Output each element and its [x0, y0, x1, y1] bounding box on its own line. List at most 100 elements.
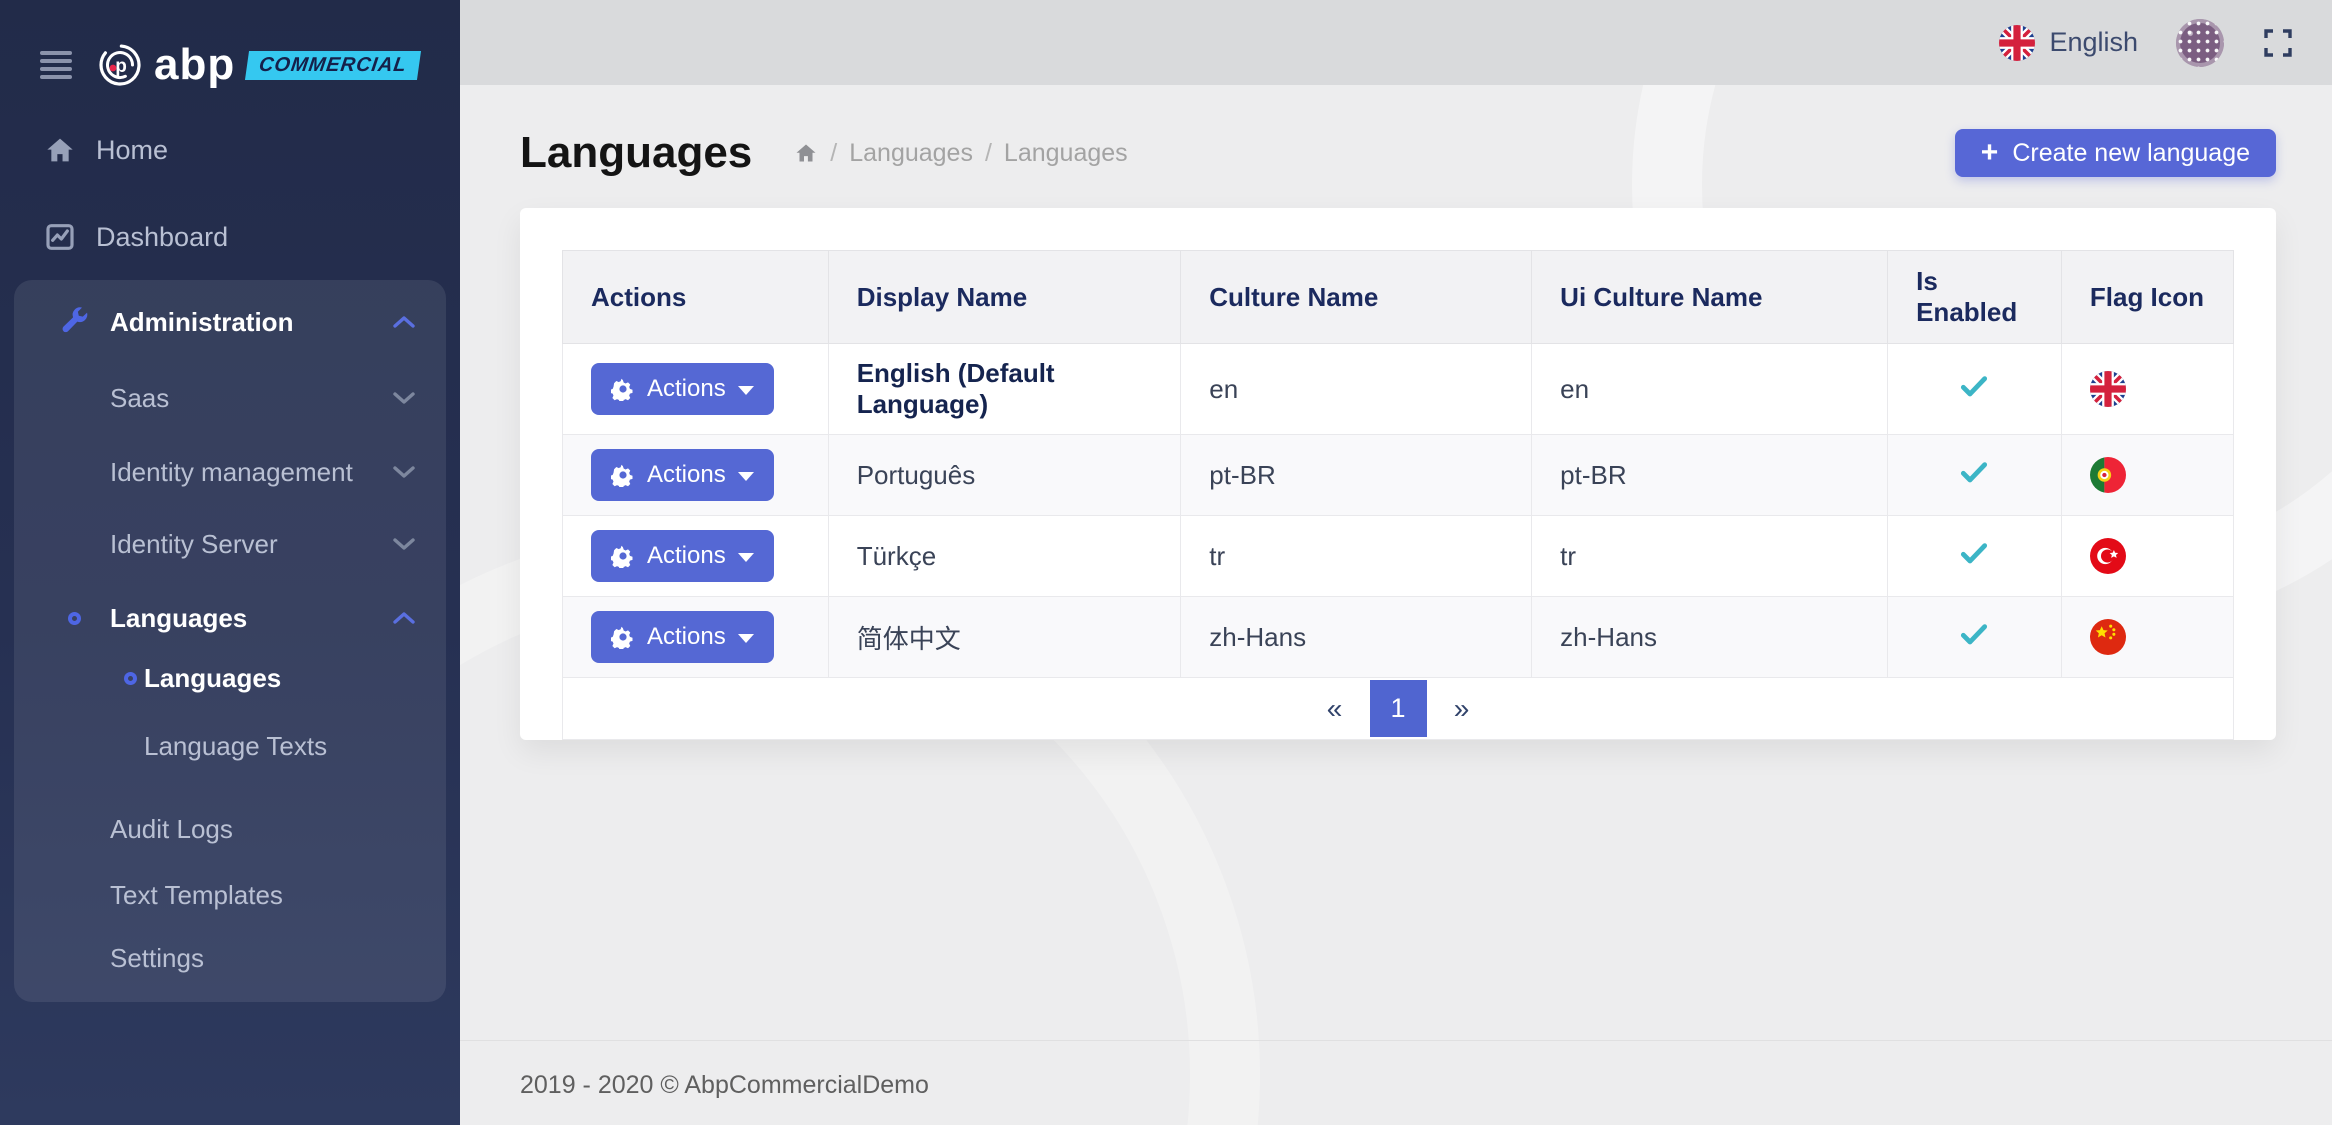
gb-flag-icon — [1999, 25, 2035, 61]
sidebar-item-label: Audit Logs — [110, 814, 233, 845]
is-enabled-cell — [1888, 435, 2062, 516]
plus-icon: + — [1981, 138, 1999, 168]
uk-flag-icon — [1999, 25, 2035, 61]
is-enabled-cell — [1888, 344, 2062, 435]
pagination-prev-button[interactable]: « — [1300, 693, 1370, 725]
gear-icon — [611, 463, 635, 487]
language-selector[interactable]: English — [1999, 25, 2138, 61]
dashboard-icon — [44, 221, 76, 253]
sidebar-item-label: Languages — [110, 603, 247, 634]
pagination: « 1 » — [562, 678, 2234, 740]
sidebar-item-languages[interactable]: Languages — [14, 650, 446, 706]
page-title: Languages — [520, 128, 752, 178]
sidebar-item-label: Identity Server — [110, 529, 278, 560]
page-header: Languages / Languages / Languages + Crea… — [520, 123, 2276, 183]
brand-badge: COMMERCIAL — [245, 51, 421, 80]
breadcrumb-item[interactable]: Languages — [849, 139, 973, 168]
culture-name-cell: en — [1181, 344, 1532, 435]
actions-button-label: Actions — [647, 542, 726, 570]
chevron-down-icon — [392, 465, 416, 479]
actions-dropdown-button[interactable]: Actions — [591, 530, 774, 582]
sidebar-item-label: Languages — [144, 663, 281, 694]
create-new-language-button[interactable]: + Create new language — [1955, 129, 2276, 177]
flag-icon-cell — [2061, 597, 2233, 678]
sidebar-item-label: Administration — [110, 307, 293, 338]
sidebar-item-language-texts[interactable]: Language Texts — [14, 718, 446, 774]
sidebar-item-saas[interactable]: Saas — [14, 370, 446, 426]
ui-culture-name-cell: tr — [1532, 516, 1888, 597]
cn-flag-icon — [2090, 619, 2126, 655]
sidebar-item-administration[interactable]: Administration — [14, 294, 446, 350]
brand-logo[interactable]: p abp COMMERCIAL — [98, 43, 419, 87]
wrench-icon — [58, 306, 90, 338]
enabled-check-icon — [1958, 618, 1990, 650]
culture-name-cell: zh-Hans — [1181, 597, 1532, 678]
home-icon — [44, 134, 76, 166]
enabled-check-icon — [1958, 456, 1990, 488]
sidebar-item-home[interactable]: Home — [0, 122, 460, 178]
sidebar-item-label: Language Texts — [144, 731, 327, 762]
sidebar-item-identity-server[interactable]: Identity Server — [14, 516, 446, 572]
sidebar-item-label: Home — [96, 135, 168, 166]
column-header-flag-icon: Flag Icon — [2061, 251, 2233, 344]
ui-culture-name-cell: pt-BR — [1532, 435, 1888, 516]
breadcrumb: / Languages / Languages — [794, 139, 1127, 168]
create-button-label: Create new language — [2012, 139, 2250, 168]
breadcrumb-separator: / — [985, 139, 992, 168]
caret-down-icon — [738, 634, 754, 643]
avatar[interactable] — [2176, 19, 2224, 67]
caret-down-icon — [738, 386, 754, 395]
sidebar-item-label: Identity management — [110, 457, 353, 488]
actions-dropdown-button[interactable]: Actions — [591, 449, 774, 501]
pagination-next-button[interactable]: » — [1427, 693, 1497, 725]
sidebar-header: p abp COMMERCIAL — [0, 0, 460, 100]
table-row: ActionsEnglish (Default Language)enen — [563, 344, 2234, 435]
actions-button-label: Actions — [647, 623, 726, 651]
enabled-check-icon — [1958, 537, 1990, 569]
sidebar-item-dashboard[interactable]: Dashboard — [0, 209, 460, 265]
caret-down-icon — [738, 553, 754, 562]
column-header-actions: Actions — [563, 251, 829, 344]
menu-toggle-icon[interactable] — [40, 47, 72, 83]
actions-dropdown-button[interactable]: Actions — [591, 611, 774, 663]
pagination-page-1[interactable]: 1 — [1370, 680, 1427, 737]
pt-flag-icon — [2090, 457, 2126, 493]
flag-icon-cell — [2061, 435, 2233, 516]
flag-icon-cell — [2061, 344, 2233, 435]
fullscreen-icon[interactable] — [2262, 27, 2294, 59]
flag-icon-cell — [2061, 516, 2233, 597]
chevron-up-icon — [392, 315, 416, 329]
bullet-icon — [68, 612, 81, 625]
chevron-down-icon — [392, 391, 416, 405]
abp-logo-icon: p — [98, 43, 142, 87]
topbar: English — [460, 0, 2332, 85]
column-header-display-name: Display Name — [828, 251, 1181, 344]
sidebar-item-settings[interactable]: Settings — [14, 930, 446, 986]
ui-culture-name-cell: en — [1532, 344, 1888, 435]
brand-name: abp — [154, 43, 235, 87]
languages-card: ActionsDisplay NameCulture NameUi Cultur… — [520, 208, 2276, 740]
sidebar-item-identity-management[interactable]: Identity management — [14, 444, 446, 500]
actions-dropdown-button[interactable]: Actions — [591, 363, 774, 415]
sidebar-admin-group: Administration Saas Identity management Ide… — [14, 280, 446, 1002]
sidebar-item-languages[interactable]: Languages — [14, 590, 446, 646]
breadcrumb-item[interactable]: Languages — [1004, 139, 1128, 168]
culture-name-cell: pt-BR — [1181, 435, 1532, 516]
display-name-cell: English (Default Language) — [828, 344, 1181, 435]
sidebar-item-audit-logs[interactable]: Audit Logs — [14, 801, 446, 857]
actions-cell: Actions — [563, 435, 829, 516]
copyright-text: 2019 - 2020 © AbpCommercialDemo — [520, 1071, 2332, 1100]
sidebar-item-text-templates[interactable]: Text Templates — [14, 867, 446, 923]
tr-flag-icon — [2090, 538, 2126, 574]
gear-icon — [611, 625, 635, 649]
breadcrumb-separator: / — [830, 139, 837, 168]
culture-name-cell: tr — [1181, 516, 1532, 597]
svg-text:p: p — [115, 56, 127, 77]
actions-cell: Actions — [563, 344, 829, 435]
sidebar-item-label: Saas — [110, 383, 169, 414]
display-name-cell: Português — [828, 435, 1181, 516]
sidebar: p abp COMMERCIAL Home Dashboard Administr… — [0, 0, 460, 1125]
enabled-check-icon — [1958, 370, 1990, 402]
caret-down-icon — [738, 472, 754, 481]
display-name-cell: 简体中文 — [828, 597, 1181, 678]
